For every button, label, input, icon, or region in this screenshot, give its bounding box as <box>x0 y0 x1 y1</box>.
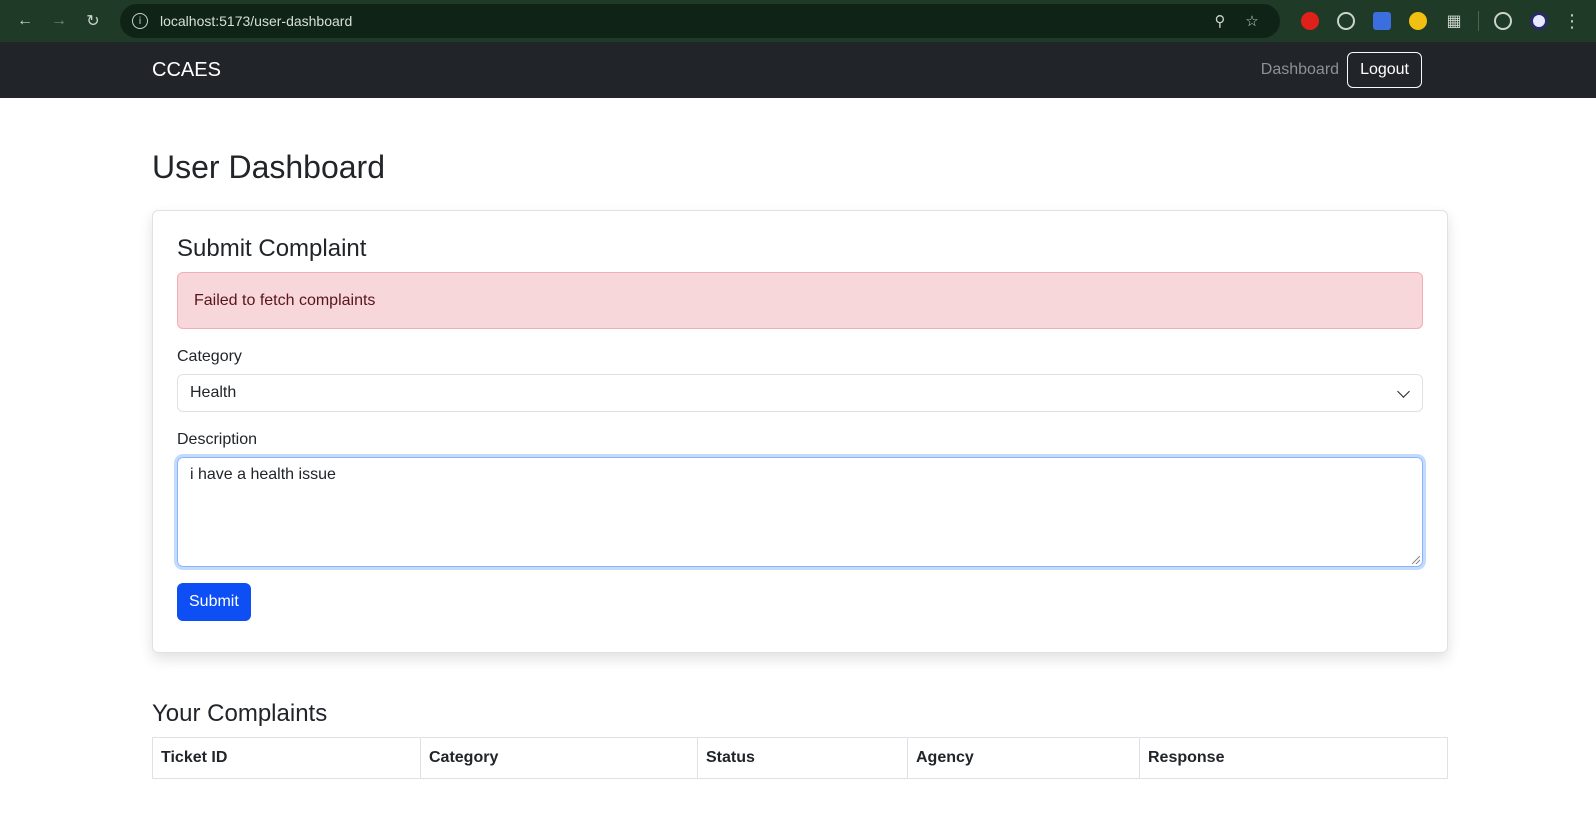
site-info-icon[interactable]: i <box>132 13 148 29</box>
category-selected-value: Health <box>190 384 237 402</box>
bookmark-star-icon[interactable]: ☆ <box>1236 12 1268 30</box>
extension-yellow-icon[interactable] <box>1400 4 1436 38</box>
extensions-puzzle-icon[interactable]: ▦ <box>1436 4 1472 38</box>
submit-button[interactable]: Submit <box>177 583 251 622</box>
logout-button[interactable]: Logout <box>1347 52 1422 88</box>
column-header-ticket-id: Ticket ID <box>152 737 421 780</box>
address-bar[interactable]: i localhost:5173/user-dashboard ⚲ ☆ <box>120 4 1280 38</box>
resize-handle[interactable] <box>1412 556 1420 565</box>
extension-red-icon[interactable] <box>1292 4 1328 38</box>
category-label: Category <box>177 348 242 366</box>
browser-toolbar: ← → ↻ i localhost:5173/user-dashboard ⚲ … <box>0 0 1596 42</box>
description-label: Description <box>177 431 258 449</box>
complaint-form-card: Submit Complaint Failed to fetch complai… <box>152 210 1448 654</box>
chevron-down-icon <box>1397 384 1410 398</box>
error-alert: Failed to fetch complaints <box>177 272 1423 330</box>
key-icon[interactable]: ⚲ <box>1204 12 1236 30</box>
app-navbar: CCAES Dashboard Logout <box>0 42 1596 98</box>
description-textarea[interactable]: i have a health issue <box>177 457 1423 568</box>
back-icon[interactable]: ← <box>8 4 42 38</box>
extension-globe-icon[interactable] <box>1328 4 1364 38</box>
column-header-status: Status <box>697 737 908 780</box>
error-message: Failed to fetch complaints <box>194 291 376 309</box>
forward-icon[interactable]: → <box>42 4 76 38</box>
column-header-category: Category <box>420 737 698 780</box>
extension-window-icon[interactable] <box>1364 4 1400 38</box>
complaints-section-title: Your Complaints <box>152 700 328 728</box>
table-header-row: Ticket ID Category Status Agency Respons… <box>152 737 1448 780</box>
reload-icon[interactable]: ↻ <box>76 4 110 38</box>
main-container: User Dashboard Submit Complaint Failed t… <box>152 148 1448 780</box>
page-title: User Dashboard <box>152 149 385 185</box>
profile-avatar-icon[interactable] <box>1521 4 1557 38</box>
nav-link-dashboard[interactable]: Dashboard <box>1261 61 1339 79</box>
description-text: i have a health issue <box>190 466 336 484</box>
form-title: Submit Complaint <box>177 235 367 263</box>
category-select[interactable]: Health <box>177 374 1423 413</box>
brand-logo[interactable]: CCAES <box>152 59 221 82</box>
download-icon[interactable] <box>1485 4 1521 38</box>
browser-menu-icon[interactable]: ⋮ <box>1557 11 1587 32</box>
column-header-response: Response <box>1139 737 1448 780</box>
complaints-table: Ticket ID Category Status Agency Respons… <box>152 737 1448 780</box>
column-header-agency: Agency <box>907 737 1140 780</box>
url-text[interactable]: localhost:5173/user-dashboard <box>160 13 352 29</box>
